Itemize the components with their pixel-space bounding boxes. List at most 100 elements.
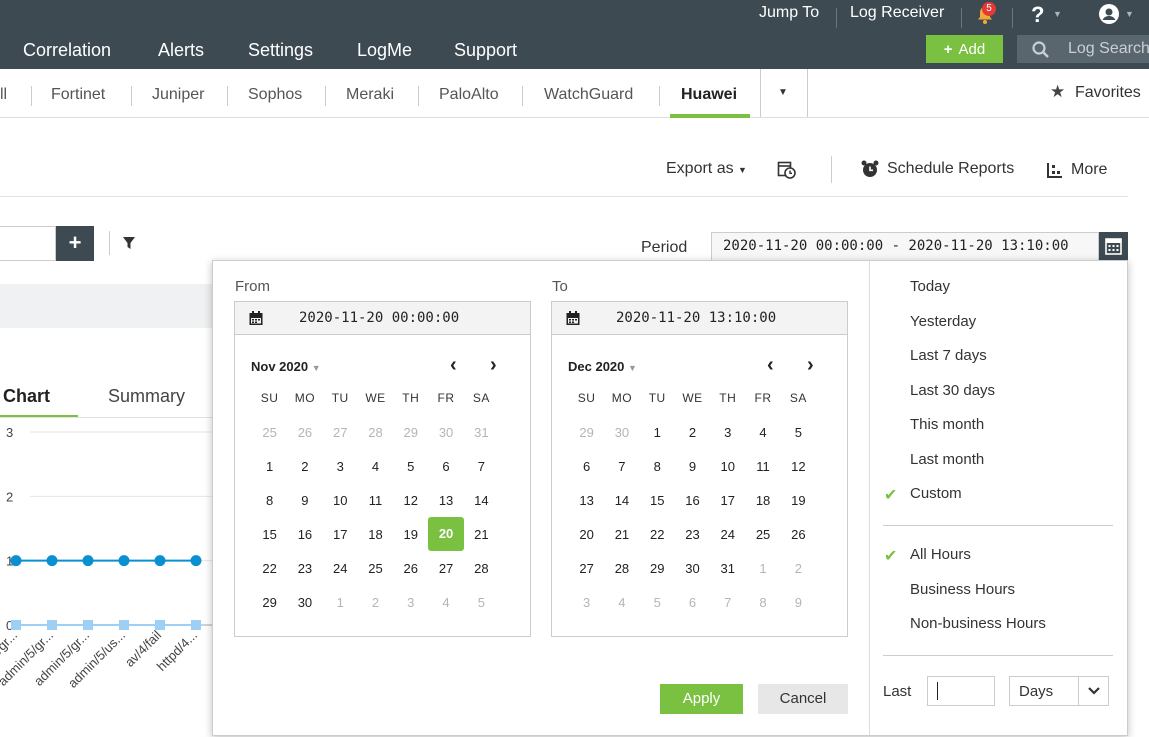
tab-summary[interactable]: Summary <box>108 386 185 407</box>
calendar-day[interactable]: 3 <box>323 459 358 474</box>
next-month-chevron-right-icon[interactable]: › <box>807 354 814 377</box>
calendar-day[interactable]: 1 <box>323 595 358 610</box>
more-tabs-dropdown[interactable]: ▼ <box>778 87 788 98</box>
calendar-day[interactable]: 27 <box>569 561 604 576</box>
last-unit-select[interactable]: Days <box>1009 676 1109 706</box>
calendar-day[interactable]: 17 <box>323 527 358 542</box>
calendar-day[interactable]: 1 <box>252 459 287 474</box>
calendar-day[interactable]: 2 <box>781 561 816 576</box>
calendar-day[interactable]: 15 <box>640 493 675 508</box>
calendar-day[interactable]: 4 <box>745 425 780 440</box>
to-date-field[interactable]: 2020-11-20 13:10:00 <box>552 302 847 335</box>
calendar-day[interactable]: 8 <box>252 493 287 508</box>
add-button[interactable]: + Add <box>926 35 1003 63</box>
calendar-day[interactable]: 20 <box>569 527 604 542</box>
range-this-month[interactable]: This month <box>910 416 984 433</box>
calendar-day[interactable]: 25 <box>745 527 780 542</box>
calendar-day[interactable]: 7 <box>710 595 745 610</box>
tab-fortinet[interactable]: Fortinet <box>51 86 105 104</box>
calendar-day[interactable]: 21 <box>604 527 639 542</box>
calendar-day[interactable]: 19 <box>781 493 816 508</box>
calendar-day[interactable]: 5 <box>781 425 816 440</box>
calendar-day[interactable]: 1 <box>640 425 675 440</box>
calendar-day[interactable]: 23 <box>675 527 710 542</box>
calendar-day[interactable]: 19 <box>393 527 428 542</box>
calendar-day[interactable]: 4 <box>358 459 393 474</box>
calendar-day[interactable]: 29 <box>252 595 287 610</box>
apply-button[interactable]: Apply <box>660 684 743 714</box>
calendar-day[interactable]: 10 <box>323 493 358 508</box>
calendar-day[interactable]: 15 <box>252 527 287 542</box>
calendar-day[interactable]: 30 <box>428 425 463 440</box>
filter-icon[interactable] <box>122 236 136 250</box>
calendar-day[interactable]: 11 <box>358 493 393 508</box>
period-input[interactable]: 2020-11-20 00:00:00 - 2020-11-20 13:10:0… <box>711 232 1099 261</box>
calendar-day[interactable]: 29 <box>640 561 675 576</box>
calendar-day[interactable]: 6 <box>428 459 463 474</box>
range-last-7-days[interactable]: Last 7 days <box>910 347 987 364</box>
range-custom[interactable]: Custom <box>910 485 962 502</box>
calendar-day[interactable]: 30 <box>604 425 639 440</box>
nav-support[interactable]: Support <box>454 40 517 61</box>
calendar-day[interactable]: 26 <box>287 425 322 440</box>
search-field[interactable] <box>0 226 56 261</box>
calendar-day[interactable]: 31 <box>464 425 499 440</box>
calendar-day[interactable]: 30 <box>287 595 322 610</box>
calendar-day[interactable]: 29 <box>569 425 604 440</box>
cancel-button[interactable]: Cancel <box>758 684 848 714</box>
calendar-day[interactable]: 5 <box>640 595 675 610</box>
prev-month-chevron-left-icon[interactable]: ‹ <box>450 354 457 377</box>
calendar-day[interactable]: 25 <box>252 425 287 440</box>
calendar-day[interactable]: 4 <box>604 595 639 610</box>
help-button[interactable]: ? <box>1031 2 1044 28</box>
export-as-dropdown[interactable]: Export as ▼ <box>666 160 747 178</box>
calendar-day[interactable]: 7 <box>604 459 639 474</box>
calendar-day[interactable]: 30 <box>675 561 710 576</box>
calendar-day[interactable]: 10 <box>710 459 745 474</box>
calendar-day[interactable]: 12 <box>781 459 816 474</box>
calendar-day[interactable]: 2 <box>358 595 393 610</box>
tab-juniper[interactable]: Juniper <box>152 86 204 104</box>
tab-chart[interactable]: Chart <box>3 386 50 407</box>
tab-partial[interactable]: ll <box>0 86 7 104</box>
calendar-day[interactable]: 25 <box>358 561 393 576</box>
calendar-day[interactable]: 27 <box>323 425 358 440</box>
jump-to-link[interactable]: Jump To <box>759 4 819 22</box>
calendar-day[interactable]: 5 <box>464 595 499 610</box>
from-date-field[interactable]: 2020-11-20 00:00:00 <box>235 302 530 335</box>
range-today[interactable]: Today <box>910 278 950 295</box>
calendar-day[interactable]: 9 <box>675 459 710 474</box>
nav-alerts[interactable]: Alerts <box>158 40 204 61</box>
calendar-day[interactable]: 26 <box>393 561 428 576</box>
calendar-day[interactable]: 28 <box>358 425 393 440</box>
tab-huawei[interactable]: Huawei <box>681 86 737 104</box>
schedule-history-button[interactable] <box>777 160 797 180</box>
calendar-day[interactable]: 12 <box>393 493 428 508</box>
calendar-day[interactable]: 13 <box>428 493 463 508</box>
calendar-day[interactable]: 5 <box>393 459 428 474</box>
add-filter-button[interactable]: + <box>56 226 94 261</box>
tab-watchguard[interactable]: WatchGuard <box>544 86 633 104</box>
calendar-day[interactable]: 27 <box>428 561 463 576</box>
tab-sophos[interactable]: Sophos <box>248 86 302 104</box>
schedule-reports-button[interactable]: Schedule Reports <box>887 160 1014 178</box>
calendar-day[interactable]: 28 <box>604 561 639 576</box>
calendar-day[interactable]: 13 <box>569 493 604 508</box>
calendar-day[interactable]: 6 <box>569 459 604 474</box>
calendar-day[interactable]: 21 <box>464 527 499 542</box>
calendar-day[interactable]: 17 <box>710 493 745 508</box>
calendar-day[interactable]: 28 <box>464 561 499 576</box>
calendar-day[interactable]: 16 <box>675 493 710 508</box>
calendar-day[interactable]: 9 <box>287 493 322 508</box>
more-button[interactable]: More <box>1071 161 1107 179</box>
favorites-button[interactable]: Favorites <box>1075 84 1141 102</box>
nav-settings[interactable]: Settings <box>248 40 313 61</box>
calendar-day[interactable]: 18 <box>358 527 393 542</box>
calendar-day[interactable]: 24 <box>323 561 358 576</box>
calendar-day[interactable]: 9 <box>781 595 816 610</box>
calendar-day[interactable]: 23 <box>287 561 322 576</box>
calendar-day[interactable]: 26 <box>781 527 816 542</box>
calendar-day[interactable]: 22 <box>640 527 675 542</box>
user-avatar-button[interactable] <box>1098 3 1120 25</box>
calendar-day[interactable]: 8 <box>640 459 675 474</box>
